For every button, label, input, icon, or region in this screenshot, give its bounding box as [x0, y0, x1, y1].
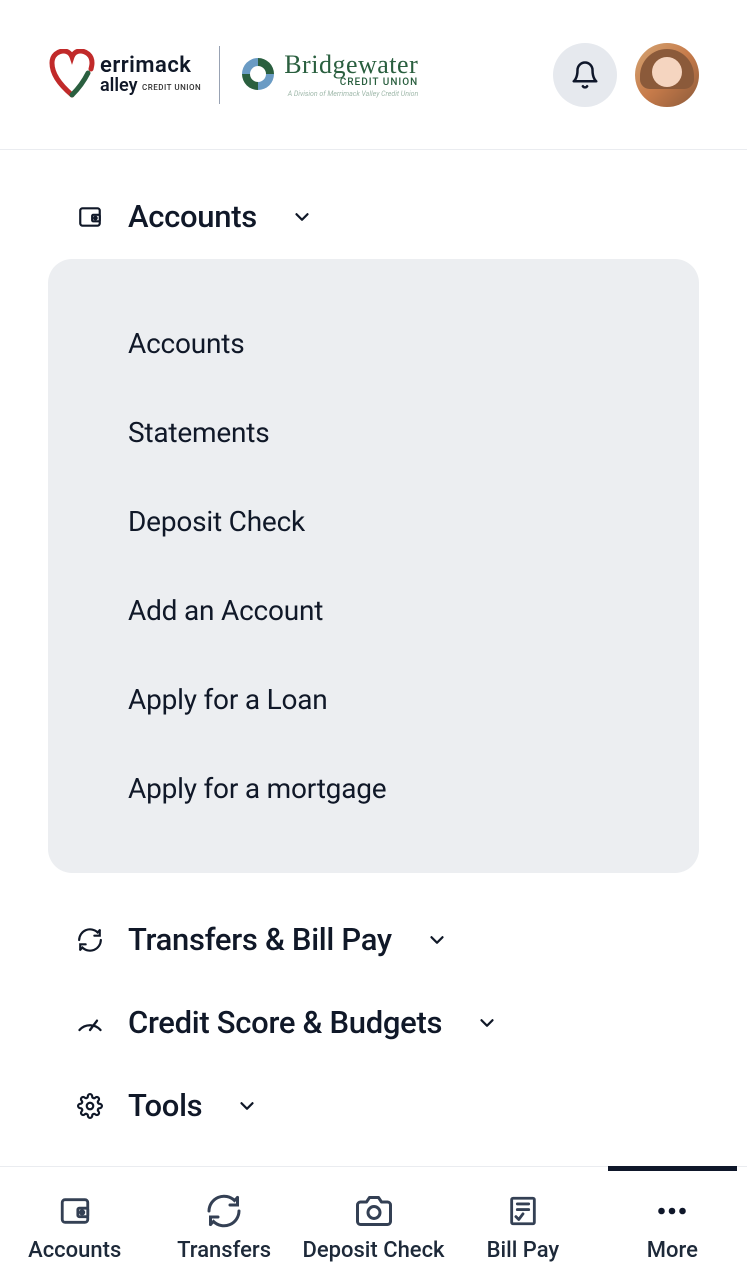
mv-line2: alley	[100, 75, 138, 96]
header-actions	[553, 43, 699, 107]
menu-tools-label: Tools	[128, 1087, 202, 1124]
app-header: errimack alley CREDIT UNION Bridgewater …	[0, 0, 747, 150]
notifications-button[interactable]	[553, 43, 617, 107]
menu-credit-label: Credit Score & Budgets	[128, 1004, 442, 1041]
logo-lockup: errimack alley CREDIT UNION Bridgewater …	[48, 46, 418, 104]
chevron-down-icon	[291, 206, 313, 228]
menu-section-accounts[interactable]: Accounts	[48, 180, 699, 253]
submenu-apply-loan[interactable]: Apply for a Loan	[48, 655, 699, 744]
merrimack-valley-logo: errimack alley CREDIT UNION	[48, 49, 201, 101]
accounts-submenu: Accounts Statements Deposit Check Add an…	[48, 259, 699, 873]
menu-transfers-label: Transfers & Bill Pay	[128, 921, 392, 958]
bw-sub2: A Division of Merrimack Valley Credit Un…	[284, 91, 418, 98]
nav-accounts[interactable]: Accounts	[0, 1167, 149, 1284]
mv-sub: CREDIT UNION	[142, 83, 201, 92]
bottom-nav: Accounts Transfers Deposit Check Bill Pa…	[0, 1166, 747, 1284]
nav-deposit-check[interactable]: Deposit Check	[299, 1167, 448, 1284]
menu-section-tools[interactable]: Tools	[48, 1069, 699, 1142]
submenu-statements[interactable]: Statements	[48, 388, 699, 477]
submenu-apply-mortgage[interactable]: Apply for a mortgage	[48, 744, 699, 833]
menu-container: Accounts Accounts Statements Deposit Che…	[0, 150, 747, 1166]
submenu-accounts[interactable]: Accounts	[48, 299, 699, 388]
transfer-icon	[206, 1194, 242, 1228]
submenu-add-account[interactable]: Add an Account	[48, 566, 699, 655]
nav-deposit-label: Deposit Check	[302, 1238, 444, 1263]
nav-transfers[interactable]: Transfers	[149, 1167, 298, 1284]
menu-accounts-label: Accounts	[128, 198, 257, 235]
receipt-icon	[506, 1194, 540, 1228]
chevron-down-icon	[476, 1012, 498, 1034]
circle-icon	[238, 54, 278, 94]
nav-billpay-label: Bill Pay	[487, 1238, 560, 1263]
logo-divider	[219, 46, 220, 104]
submenu-deposit-check[interactable]: Deposit Check	[48, 477, 699, 566]
heart-icon	[48, 49, 96, 101]
transfer-icon	[76, 927, 104, 953]
chevron-down-icon	[236, 1095, 258, 1117]
nav-more-label: More	[647, 1238, 698, 1263]
nav-accounts-label: Accounts	[28, 1238, 121, 1263]
avatar[interactable]	[635, 43, 699, 107]
menu-section-credit[interactable]: Credit Score & Budgets	[48, 986, 699, 1059]
chevron-down-icon	[426, 929, 448, 951]
wallet-icon	[76, 204, 104, 230]
nav-transfers-label: Transfers	[177, 1238, 271, 1263]
menu-section-transfers[interactable]: Transfers & Bill Pay	[48, 903, 699, 976]
bell-icon	[570, 59, 600, 91]
credit-score-icon	[76, 1009, 104, 1037]
bridgewater-logo: Bridgewater CREDIT UNION A Division of M…	[238, 51, 418, 98]
wallet-icon	[58, 1194, 92, 1228]
more-icon	[654, 1194, 690, 1228]
camera-icon	[356, 1194, 392, 1228]
gear-icon	[76, 1093, 104, 1119]
bw-sub1: CREDIT UNION	[284, 78, 418, 89]
bw-name: Bridgewater	[284, 51, 418, 78]
nav-bill-pay[interactable]: Bill Pay	[448, 1167, 597, 1284]
nav-more[interactable]: More	[598, 1167, 747, 1284]
